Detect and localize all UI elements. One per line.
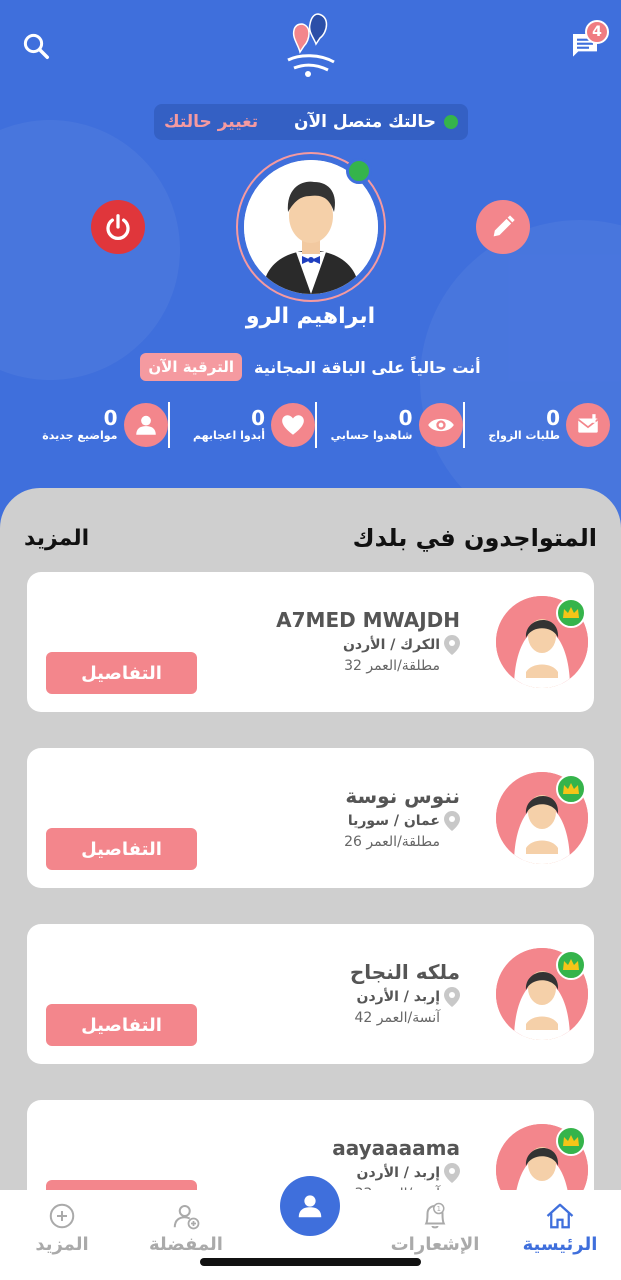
home-indicator [200,1258,421,1266]
member-status-age: مطلقة/العمر 32 [344,658,440,674]
online-indicator [346,158,372,184]
member-card[interactable]: ننوس نوسة عمان / سوريا مطلقة/العمر 26 ال… [27,748,594,888]
pencil-icon [493,215,515,237]
member-name: ننوس نوسة [345,784,460,808]
member-location: إربد / الأردن [356,1165,440,1181]
stat-likes[interactable]: 0 أبدوا اعجابهم [167,400,315,450]
member-status-age: مطلقة/العمر 26 [344,834,440,850]
background-shape [0,120,180,380]
details-button[interactable]: التفاصيل [46,652,197,694]
power-icon [106,214,130,241]
premium-crown-icon [556,950,586,980]
stat-marriage-requests[interactable]: 0 طلبات الزواج [462,400,610,450]
home-icon [546,1203,574,1229]
section-title: المتواجدون في بلدك [352,524,597,552]
nav-home[interactable]: الرئيسية [500,1202,620,1255]
messages-button[interactable]: 4 [563,20,609,68]
details-button[interactable]: التفاصيل [46,828,197,870]
member-location: عمان / سوريا [347,813,440,829]
premium-crown-icon [556,598,586,628]
stat-profile-views[interactable]: 0 شاهدوا حسابي [315,400,463,450]
see-more-link[interactable]: المزيد [24,526,89,551]
upgrade-button[interactable]: الترقية الآن [140,353,242,381]
location-pin-icon [444,1163,460,1183]
app-logo [280,10,342,82]
details-button[interactable]: التفاصيل [46,1004,197,1046]
nav-notifications[interactable]: 1 الإشعارات [375,1202,495,1255]
status-text: حالتك متصل الآن [293,112,436,132]
person-icon [135,415,156,435]
stats-row: 0 طلبات الزواج 0 شاهدوا حسابي 0 أبدوا اعجاب… [20,400,610,450]
member-status-age: آنسة/العمر 42 [354,1010,440,1026]
bell-icon: 1 [424,1202,446,1229]
location-pin-icon [444,987,460,1007]
location-pin-icon [444,635,460,655]
notifications-badge: 1 [437,1205,441,1213]
heart-icon [282,415,304,435]
member-name: ملكه النجاح [349,960,460,984]
logout-button[interactable] [91,200,145,254]
messages-badge: 4 [585,20,609,44]
member-location: الكرك / الأردن [342,637,440,653]
online-status-bar: حالتك متصل الآن تغيير حالتك [154,104,468,140]
nearby-members-section: المتواجدون في بلدك المزيد A7MED MWAJDH ا… [0,488,621,1280]
plan-text: أنت حالياً على الباقة المجانية [253,357,481,377]
plan-row: أنت حالياً على الباقة المجانية الترقية ا… [0,353,621,381]
user-name: ابراهيم الرو [245,304,376,329]
add-circle-icon [49,1203,75,1229]
nav-more[interactable]: المزيد [2,1202,122,1255]
premium-crown-icon [556,774,586,804]
member-location: إربد / الأردن [356,989,440,1005]
nav-favorites[interactable]: المفضلة [126,1202,246,1255]
member-name: aayaaaama [332,1136,460,1160]
change-status-link[interactable]: تغيير حالتك [164,112,258,132]
premium-crown-icon [556,1126,586,1156]
search-button[interactable] [14,24,58,68]
profile-header: 4 حالتك متصل الآن تغيير حالتك ابراهيم ال… [0,0,621,540]
favorite-user-icon [173,1205,200,1230]
member-name: A7MED MWAJDH [276,608,460,632]
profile-fab-button[interactable] [280,1176,340,1236]
online-indicator [444,115,458,129]
eye-icon [427,418,454,432]
member-card[interactable]: A7MED MWAJDH الكرك / الأردن مطلقة/العمر … [27,572,594,712]
marriage-mail-icon [577,414,599,433]
search-icon [23,33,49,59]
edit-profile-button[interactable] [476,200,530,254]
location-pin-icon [444,811,460,831]
member-card[interactable]: ملكه النجاح إربد / الأردن آنسة/العمر 42 … [27,924,594,1064]
user-icon [298,1195,322,1218]
stat-new-topics[interactable]: 0 مواضيع جديدة [20,400,168,450]
